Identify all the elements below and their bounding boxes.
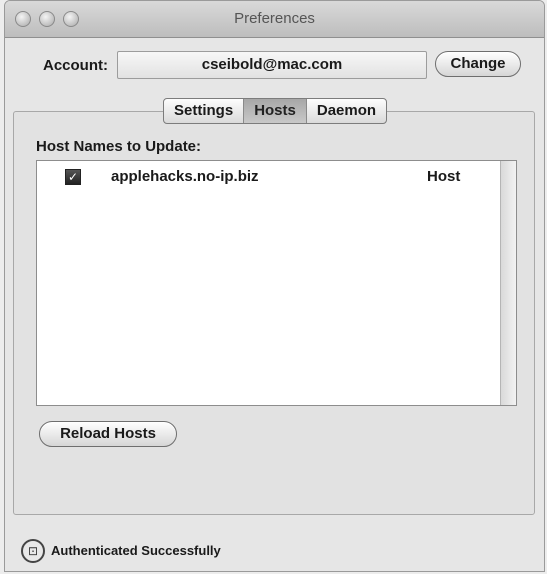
tab-settings[interactable]: Settings xyxy=(164,99,245,123)
account-field: cseibold@mac.com xyxy=(117,51,427,79)
host-checkbox[interactable]: ✓ xyxy=(65,169,81,185)
status-bar: ⊡ Authenticated Successfully xyxy=(5,531,544,571)
reload-hosts-button[interactable]: Reload Hosts xyxy=(39,421,177,447)
account-label: Account: xyxy=(43,57,108,74)
window-title: Preferences xyxy=(234,10,315,27)
tab-bar: Settings Hosts Daemon xyxy=(163,98,388,124)
host-list-label: Host Names to Update: xyxy=(36,138,202,155)
title-bar: Preferences xyxy=(5,1,544,38)
host-type: Host xyxy=(427,168,461,185)
lock-icon[interactable]: ⊡ xyxy=(21,539,45,563)
list-scrollbar[interactable] xyxy=(500,161,516,405)
account-row: Account: cseibold@mac.com Change xyxy=(5,51,544,81)
list-item[interactable]: ✓ applehacks.no-ip.biz Host xyxy=(37,167,500,189)
host-name: applehacks.no-ip.biz xyxy=(111,168,259,185)
status-text: Authenticated Successfully xyxy=(51,543,221,558)
preferences-window: Preferences Account: cseibold@mac.com Ch… xyxy=(4,0,545,572)
tab-daemon[interactable]: Daemon xyxy=(307,99,386,123)
host-list: ✓ applehacks.no-ip.biz Host xyxy=(36,160,517,406)
change-button[interactable]: Change xyxy=(435,51,521,77)
tab-hosts[interactable]: Hosts xyxy=(244,99,307,123)
